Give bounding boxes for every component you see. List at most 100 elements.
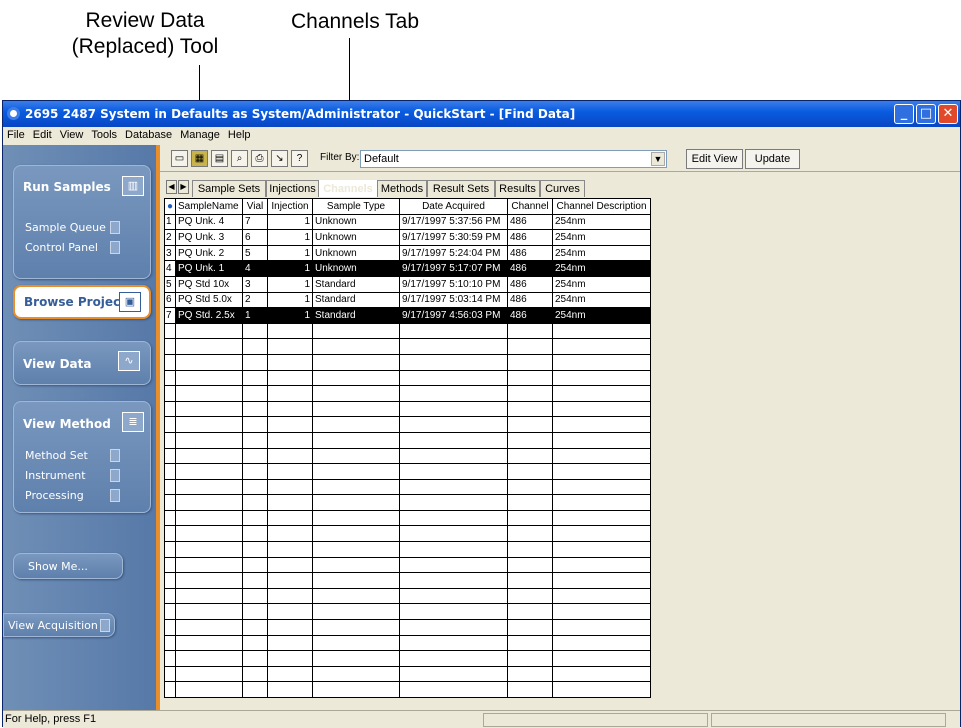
channel-description-cell[interactable] bbox=[552, 369, 651, 387]
date-acquired-cell[interactable] bbox=[399, 447, 508, 465]
sample-type-cell[interactable]: Unknown bbox=[312, 244, 400, 262]
channel-description-cell[interactable] bbox=[552, 634, 651, 652]
row-number[interactable]: 2 bbox=[164, 229, 176, 246]
sample-type-cell[interactable] bbox=[312, 509, 400, 527]
channel-cell[interactable] bbox=[507, 494, 553, 511]
row-number[interactable] bbox=[164, 541, 176, 558]
date-acquired-cell[interactable]: 9/17/1997 5:03:14 PM bbox=[399, 291, 508, 309]
menu-view[interactable]: View bbox=[56, 127, 88, 141]
channel-cell[interactable] bbox=[507, 385, 553, 402]
empty-table-row[interactable] bbox=[164, 665, 651, 683]
channel-cell[interactable] bbox=[507, 338, 553, 355]
sample-name-cell[interactable]: PQ Std. 2.5x bbox=[175, 307, 243, 324]
row-number[interactable] bbox=[164, 322, 176, 340]
channel-description-cell[interactable] bbox=[552, 619, 651, 636]
channel-cell[interactable] bbox=[507, 416, 553, 433]
sample-type-cell[interactable]: Standard bbox=[312, 307, 400, 324]
channel-cell[interactable]: 486 bbox=[507, 213, 553, 231]
sample-type-cell[interactable] bbox=[312, 665, 400, 683]
open-folder-icon[interactable]: ▭ bbox=[171, 150, 188, 167]
vial-cell[interactable]: 1 bbox=[242, 307, 268, 324]
date-acquired-cell[interactable] bbox=[399, 338, 508, 355]
channel-description-cell[interactable]: 254nm bbox=[552, 260, 651, 277]
sample-type-cell[interactable] bbox=[312, 400, 400, 418]
table-row[interactable]: 1 PQ Unk. 4 7 1 Unknown 9/17/1997 5:37:56 PM 4… bbox=[164, 213, 651, 231]
update-button[interactable]: Update bbox=[745, 149, 800, 169]
date-acquired-cell[interactable] bbox=[399, 400, 508, 418]
injection-cell[interactable] bbox=[267, 665, 313, 683]
vial-cell[interactable] bbox=[242, 650, 268, 667]
injection-cell[interactable]: 1 bbox=[267, 275, 313, 293]
sample-name-cell[interactable]: PQ Unk. 1 bbox=[175, 260, 243, 277]
channel-cell[interactable]: 486 bbox=[507, 229, 553, 246]
vial-cell[interactable] bbox=[242, 525, 268, 543]
row-number[interactable] bbox=[164, 431, 176, 449]
channel-description-cell[interactable] bbox=[552, 494, 651, 511]
channel-cell[interactable] bbox=[507, 322, 553, 340]
sample-type-cell[interactable] bbox=[312, 603, 400, 621]
row-number[interactable] bbox=[164, 353, 176, 371]
empty-table-row[interactable] bbox=[164, 385, 651, 402]
row-number[interactable] bbox=[164, 650, 176, 667]
close-button[interactable]: ✕ bbox=[938, 104, 958, 124]
empty-table-row[interactable] bbox=[164, 681, 651, 698]
channel-description-cell[interactable] bbox=[552, 525, 651, 543]
processing-link[interactable]: Processing bbox=[25, 489, 84, 502]
sample-type-cell[interactable] bbox=[312, 587, 400, 605]
sample-name-cell[interactable] bbox=[175, 338, 243, 355]
channel-description-cell[interactable]: 254nm bbox=[552, 244, 651, 262]
tab-scroll-left-icon[interactable]: ◀ bbox=[166, 180, 177, 194]
tab-curves[interactable]: Curves bbox=[540, 180, 585, 197]
injection-cell[interactable] bbox=[267, 369, 313, 387]
channel-description-cell[interactable] bbox=[552, 353, 651, 371]
sample-name-cell[interactable]: PQ Std 10x bbox=[175, 275, 243, 293]
empty-table-row[interactable] bbox=[164, 525, 651, 543]
processing-button[interactable] bbox=[110, 489, 120, 502]
channel-description-cell[interactable] bbox=[552, 338, 651, 355]
date-acquired-cell[interactable]: 9/17/1997 5:24:04 PM bbox=[399, 244, 508, 262]
injection-cell[interactable] bbox=[267, 400, 313, 418]
date-acquired-cell[interactable] bbox=[399, 494, 508, 511]
sample-name-cell[interactable] bbox=[175, 650, 243, 667]
injection-cell[interactable] bbox=[267, 572, 313, 589]
sample-name-cell[interactable]: PQ Unk. 4 bbox=[175, 213, 243, 231]
sample-name-cell[interactable] bbox=[175, 494, 243, 511]
sample-type-cell[interactable] bbox=[312, 431, 400, 449]
vial-cell[interactable] bbox=[242, 634, 268, 652]
date-acquired-cell[interactable] bbox=[399, 525, 508, 543]
channel-description-cell[interactable] bbox=[552, 478, 651, 496]
browse-project-panel[interactable]: Browse Project ▣ bbox=[13, 285, 151, 319]
sample-name-cell[interactable] bbox=[175, 447, 243, 465]
channel-description-cell[interactable] bbox=[552, 572, 651, 589]
table-row[interactable]: 6 PQ Std 5.0x 2 1 Standard 9/17/1997 5:03:14 … bbox=[164, 291, 651, 309]
channel-cell[interactable] bbox=[507, 369, 553, 387]
injection-cell[interactable] bbox=[267, 447, 313, 465]
sample-name-cell[interactable]: PQ Unk. 3 bbox=[175, 229, 243, 246]
empty-table-row[interactable] bbox=[164, 431, 651, 449]
vial-cell[interactable]: 4 bbox=[242, 260, 268, 277]
sample-type-cell[interactable]: Standard bbox=[312, 291, 400, 309]
row-number[interactable] bbox=[164, 665, 176, 683]
vial-cell[interactable] bbox=[242, 431, 268, 449]
view-acquisition-panel[interactable]: View Acquisition bbox=[3, 613, 115, 637]
sample-type-cell[interactable] bbox=[312, 338, 400, 355]
vial-cell[interactable] bbox=[242, 385, 268, 402]
vial-cell[interactable] bbox=[242, 478, 268, 496]
injection-cell[interactable]: 1 bbox=[267, 260, 313, 277]
vial-cell[interactable] bbox=[242, 556, 268, 574]
tab-methods[interactable]: Methods bbox=[377, 180, 427, 197]
row-number[interactable] bbox=[164, 416, 176, 433]
table-row[interactable]: 2 PQ Unk. 3 6 1 Unknown 9/17/1997 5:30:59 PM 4… bbox=[164, 229, 651, 246]
channel-cell[interactable] bbox=[507, 634, 553, 652]
sample-type-cell[interactable] bbox=[312, 494, 400, 511]
sample-type-cell[interactable] bbox=[312, 650, 400, 667]
tab-scroll-right-icon[interactable]: ▶ bbox=[178, 180, 189, 194]
sample-type-cell[interactable] bbox=[312, 478, 400, 496]
empty-table-row[interactable] bbox=[164, 634, 651, 652]
date-acquired-cell[interactable] bbox=[399, 416, 508, 433]
date-acquired-cell[interactable] bbox=[399, 681, 508, 698]
vial-cell[interactable] bbox=[242, 665, 268, 683]
row-number[interactable] bbox=[164, 556, 176, 574]
channel-cell[interactable] bbox=[507, 619, 553, 636]
injection-cell[interactable] bbox=[267, 587, 313, 605]
